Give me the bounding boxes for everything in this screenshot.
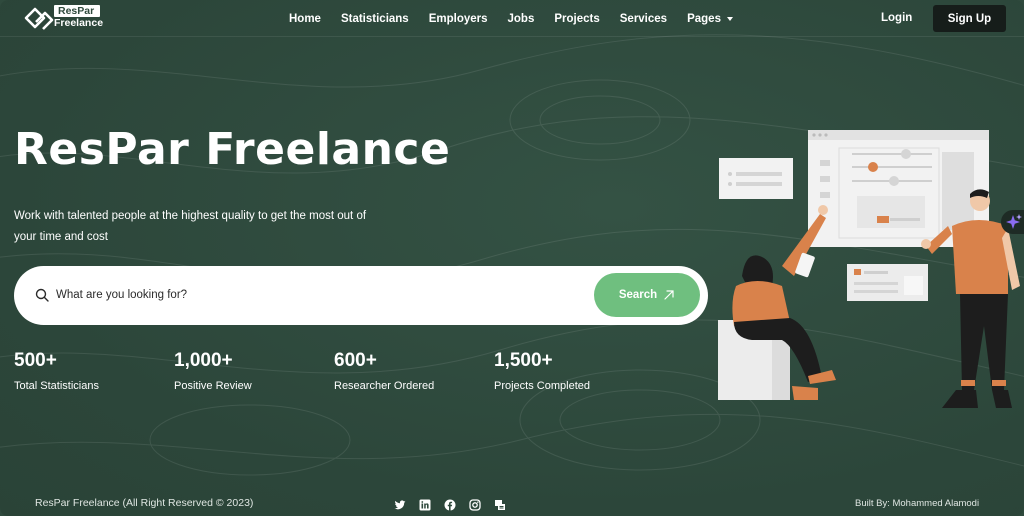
nav-services[interactable]: Services <box>620 13 667 25</box>
hero-title: ResPar Freelance <box>14 124 451 175</box>
nav-projects[interactable]: Projects <box>554 13 599 25</box>
hero-subtitle: Work with talented people at the highest… <box>14 210 367 243</box>
search-bar: Search <box>14 266 708 325</box>
signup-button[interactable]: Sign Up <box>933 5 1006 32</box>
search-input[interactable] <box>56 285 576 305</box>
login-link[interactable]: Login <box>881 12 912 24</box>
stat-researcher-ordered: 600+ Researcher Ordered <box>334 350 484 392</box>
sparkle-icon <box>1006 214 1022 229</box>
logo-text: ResPar Freelance <box>54 5 126 31</box>
footer-built-by: Built By: Mohammed Alamodi <box>855 498 980 509</box>
stat-value: 1,500+ <box>494 350 553 371</box>
page-frame: ResPar Freelance Home Statisticians Empl… <box>0 0 1024 516</box>
caret-down-icon <box>726 16 733 21</box>
logo-bottom-text: Freelance <box>54 17 104 29</box>
stat-value: 500+ <box>14 350 57 371</box>
search-button[interactable]: Search <box>594 273 700 317</box>
search-button-label: Search <box>618 289 658 301</box>
nav-jobs[interactable]: Jobs <box>508 13 535 25</box>
stat-label: Researcher Ordered <box>334 380 435 392</box>
nav-pages-dropdown[interactable]: Pages <box>687 13 733 25</box>
instagram-icon[interactable] <box>469 498 481 511</box>
facebook-icon[interactable] <box>444 498 456 511</box>
stat-value: 600+ <box>334 350 377 371</box>
linkedin-icon[interactable] <box>419 498 431 511</box>
twitter-icon[interactable] <box>394 498 406 510</box>
stat-value: 1,000+ <box>174 350 233 371</box>
social-links <box>394 498 519 511</box>
logo[interactable]: ResPar Freelance <box>24 4 103 32</box>
arrow-up-right-icon <box>664 290 674 300</box>
top-navbar: ResPar Freelance Home Statisticians Empl… <box>0 0 1024 37</box>
stat-label: Total Statisticians <box>14 380 99 392</box>
blog-icon[interactable] <box>494 498 506 510</box>
nav-pages-label: Pages <box>687 12 721 25</box>
footer-copyright: ResPar Freelance (All Right Reserved © 2… <box>35 497 254 509</box>
nav-employers[interactable]: Employers <box>429 13 488 25</box>
stat-total-statisticians: 500+ Total Statisticians <box>14 350 164 392</box>
sparkle-badge[interactable] <box>1001 210 1024 234</box>
main-menu: Home Statisticians Employers Jobs Projec… <box>289 0 753 37</box>
search-icon <box>35 288 49 302</box>
logo-mark-icon <box>24 7 54 30</box>
stat-label: Positive Review <box>174 380 252 392</box>
nav-home[interactable]: Home <box>289 13 321 25</box>
stat-projects-completed: 1,500+ Projects Completed <box>494 350 644 392</box>
logo-top-text: ResPar <box>54 5 100 17</box>
hero-illustration <box>718 130 1020 408</box>
nav-statisticians[interactable]: Statisticians <box>341 13 409 25</box>
stat-label: Projects Completed <box>494 380 590 392</box>
stat-positive-review: 1,000+ Positive Review <box>174 350 324 392</box>
